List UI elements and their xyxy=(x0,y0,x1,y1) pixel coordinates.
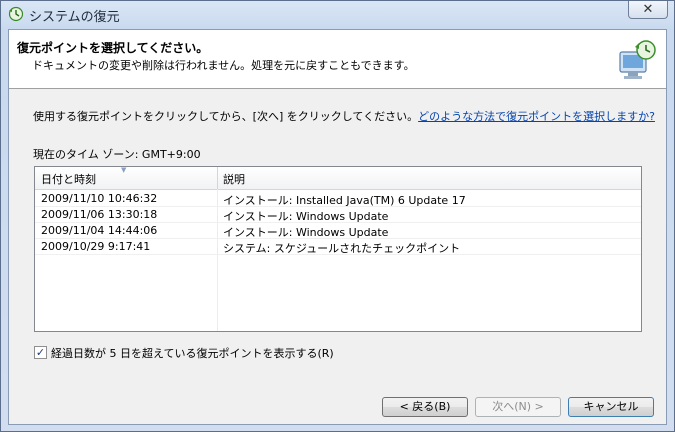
row-date: 2009/11/04 14:44:06 xyxy=(41,224,158,237)
row-description: システム: スケジュールされたチェックポイント xyxy=(223,242,461,255)
row-date: 2009/11/10 10:46:32 xyxy=(41,192,158,205)
header-subtitle: ドキュメントの変更や削除は行われません。処理を元に戻すこともできます。 xyxy=(32,59,415,72)
restore-point-list[interactable]: ▼ 日付と時刻 説明 2009/11/10 10:46:32 インストール: I… xyxy=(34,166,642,332)
header-title: 復元ポイントを選択してください。 xyxy=(17,41,209,55)
instruction-label: 使用する復元ポイントをクリックしてから、[次へ] をクリックしてください。 xyxy=(33,110,419,123)
sort-indicator-icon: ▼ xyxy=(121,166,127,174)
system-restore-icon xyxy=(8,6,24,22)
show-more-label[interactable]: 経過日数が 5 日を超えている復元ポイントを表示する(R) xyxy=(51,345,334,361)
back-button[interactable]: < 戻る(B) xyxy=(382,397,468,417)
next-button[interactable]: 次へ(N) > xyxy=(475,397,561,417)
window-title: システムの復元 xyxy=(29,10,120,25)
row-description: インストール: Windows Update xyxy=(223,226,389,239)
close-button[interactable]: ✕ xyxy=(628,1,668,19)
table-row[interactable]: 2009/10/29 9:17:41 システム: スケジュールされたチェックポイ… xyxy=(35,239,641,255)
row-description: インストール: Installed Java(TM) 6 Update 17 xyxy=(223,194,466,207)
column-separator[interactable] xyxy=(217,167,218,189)
column-header-date[interactable]: 日付と時刻 xyxy=(41,171,96,187)
close-icon: ✕ xyxy=(642,2,654,17)
show-more-checkbox[interactable]: ✓ xyxy=(34,346,47,359)
checkmark-icon: ✓ xyxy=(35,346,46,359)
cancel-button[interactable]: キャンセル xyxy=(568,397,654,417)
row-date: 2009/11/06 13:30:18 xyxy=(41,208,158,221)
table-row[interactable]: 2009/11/06 13:30:18 インストール: Windows Upda… xyxy=(35,207,641,223)
row-date: 2009/10/29 9:17:41 xyxy=(41,240,151,253)
dialog-header: 復元ポイントを選択してください。 ドキュメントの変更や削除は行われません。処理を… xyxy=(9,30,666,89)
table-row[interactable]: 2009/11/10 10:46:32 インストール: Installed Ja… xyxy=(35,191,641,207)
list-header: ▼ 日付と時刻 説明 xyxy=(35,166,641,190)
timezone-label: 現在のタイム ゾーン: GMT+9:00 xyxy=(33,148,201,161)
restore-computer-icon xyxy=(619,40,656,79)
dialog-client: 復元ポイントを選択してください。 ドキュメントの変更や削除は行われません。処理を… xyxy=(8,29,667,425)
instruction-text: 使用する復元ポイントをクリックしてから、[次へ] をクリックしてください。どのよ… xyxy=(33,108,655,124)
column-header-description[interactable]: 説明 xyxy=(223,171,245,187)
help-link[interactable]: どのような方法で復元ポイントを選択しますか? xyxy=(418,110,655,123)
system-restore-window: システムの復元 ✕ 復元ポイントを選択してください。 ドキュメントの変更や削除は… xyxy=(0,0,675,432)
table-row[interactable]: 2009/11/04 14:44:06 インストール: Windows Upda… xyxy=(35,223,641,239)
title-bar[interactable]: システムの復元 ✕ xyxy=(1,1,674,28)
row-description: インストール: Windows Update xyxy=(223,210,389,223)
